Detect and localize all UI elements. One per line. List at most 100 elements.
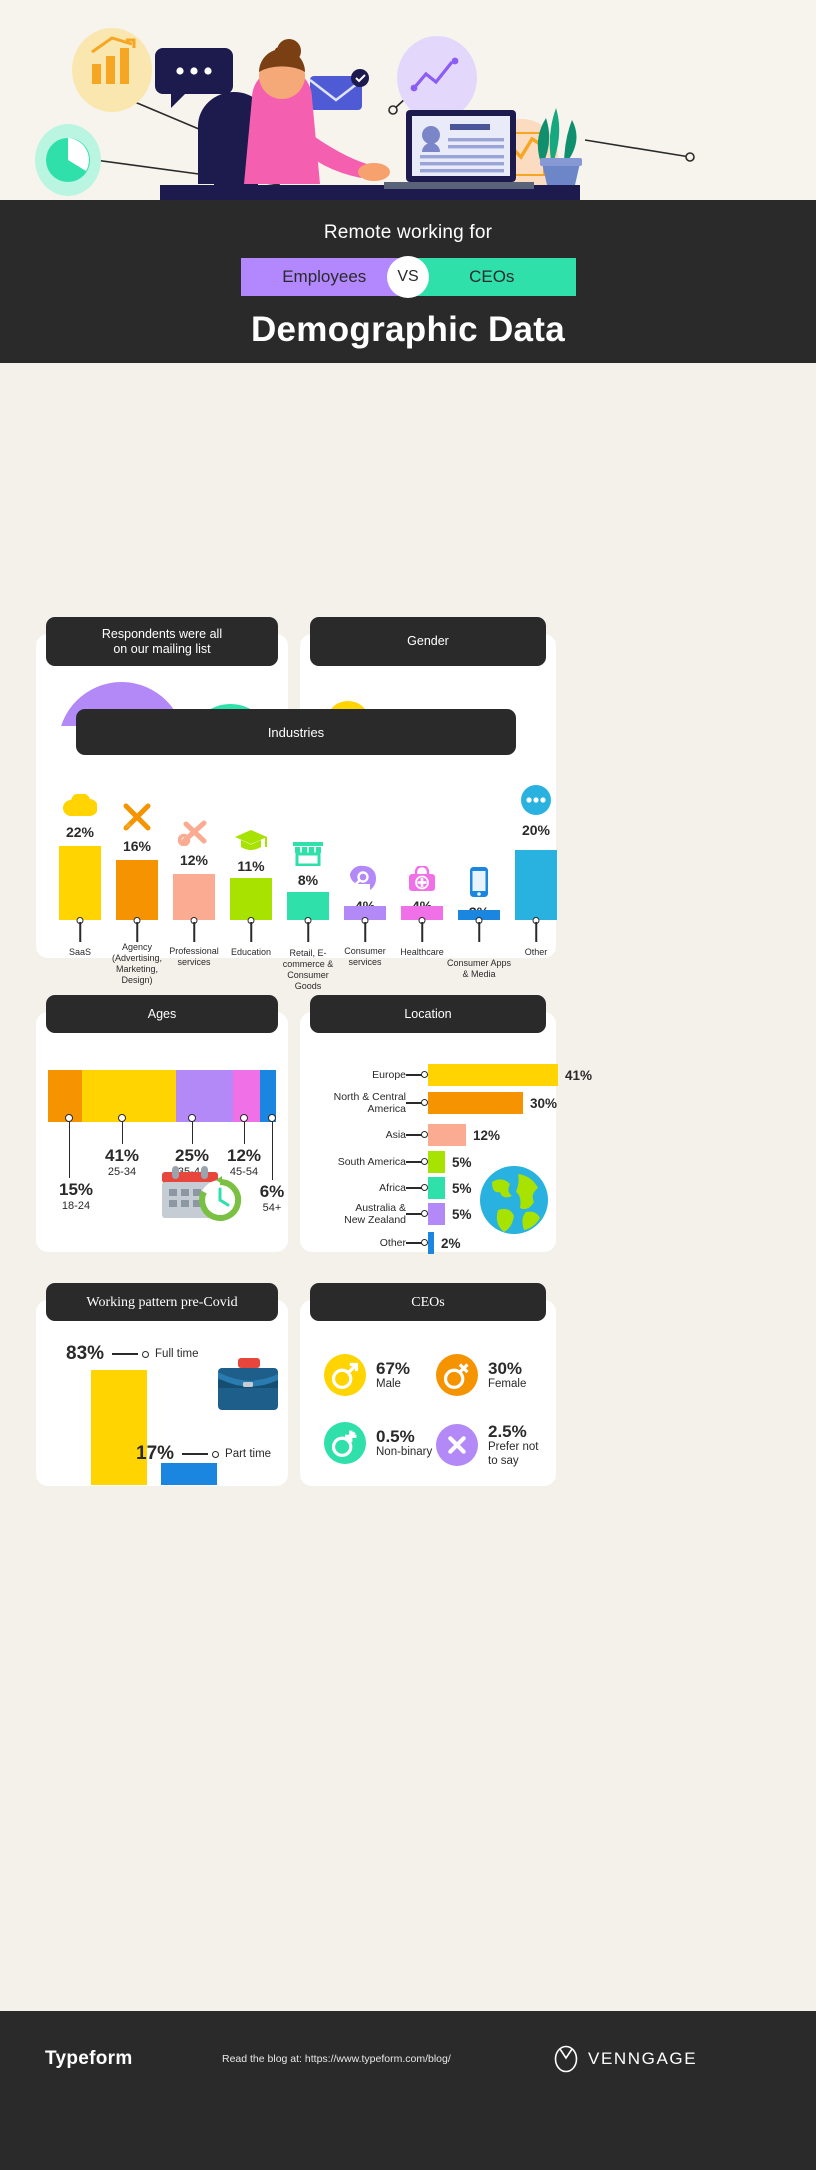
- hero-artwork: [0, 0, 816, 200]
- ceo-label: Male: [376, 1377, 401, 1390]
- location-pct: 12%: [473, 1127, 501, 1143]
- head-search-icon: [350, 865, 376, 890]
- industry-name-text: Consumer Apps & Media: [446, 958, 512, 979]
- location-bar: [428, 1177, 445, 1199]
- cross-symbol-icon: [436, 1424, 478, 1466]
- ages-card-header: Ages: [46, 995, 278, 1033]
- page-title: Demographic Data: [250, 310, 566, 349]
- age-stem-25-34: [121, 1122, 124, 1144]
- industry-column: 8% Retail, E-commerce & Consumer Goods: [280, 778, 336, 991]
- industries-chart: 22% SaaS 16% Agency (Advertising, Market…: [52, 778, 557, 991]
- industry-column: 3% Consumer Apps & Media: [447, 778, 511, 979]
- working-parttime-bar: [161, 1463, 217, 1485]
- venngage-text: VENNGAGE: [588, 2049, 698, 2068]
- location-connector: [406, 1130, 428, 1140]
- industry-stem: [307, 922, 309, 942]
- age-dot-45-54: [240, 1114, 248, 1122]
- respondents-header-line2: on our mailing list: [113, 641, 211, 656]
- location-connector: [406, 1070, 428, 1080]
- industry-stem: [364, 922, 366, 942]
- location-row: North & Central America 30%: [314, 1090, 557, 1116]
- location-pct: 2%: [441, 1235, 461, 1251]
- age-segment-18-24: [48, 1070, 83, 1122]
- graduation-cap-icon: [235, 830, 267, 850]
- working-fulltime-pct: 83%: [66, 1343, 105, 1364]
- calendar-clock-icon: [162, 1166, 242, 1221]
- location-row: Australia & New Zealand 5%: [314, 1201, 472, 1227]
- age-label-18-24: 15% 18-24: [44, 1180, 108, 1212]
- ceo-pct: 30%: [488, 1358, 523, 1378]
- location-name: Europe: [372, 1069, 406, 1081]
- industry-stem: [478, 922, 480, 942]
- working-fulltime-dash: [112, 1353, 139, 1355]
- age-range-54plus: 54+: [262, 1202, 282, 1214]
- working-parttime-label-group: 17% Part time: [136, 1443, 271, 1465]
- ceo-label: Non-binary: [376, 1445, 433, 1458]
- industry-bar: [287, 892, 329, 920]
- footer-inner: Typeform Read the blog at: https://www.t…: [0, 2039, 816, 2079]
- age-pct-18-24: 15%: [58, 1180, 94, 1199]
- vs-left-employees[interactable]: Employees: [240, 258, 408, 296]
- vs-toggle[interactable]: Employees CEOs VS: [240, 256, 576, 298]
- industry-column: 16% Agency (Advertising, Marketing, Desi…: [109, 778, 165, 985]
- working-parttime-dash: [182, 1453, 209, 1455]
- location-bar: [428, 1203, 445, 1225]
- ellipsis-circle-icon: [521, 785, 551, 815]
- location-bar: [428, 1232, 434, 1254]
- location-pct: 5%: [452, 1180, 472, 1196]
- ceo-text: 2.5% Prefer not to say: [488, 1422, 539, 1468]
- location-row: South America 5%: [314, 1149, 472, 1175]
- working-parttime-dot: [212, 1450, 220, 1458]
- industry-name: Other: [524, 947, 548, 957]
- location-name: Other: [379, 1237, 406, 1249]
- typeform-brand: Typeform: [45, 2048, 133, 2069]
- vs-right-ceos[interactable]: CEOs: [408, 258, 576, 296]
- location-name-line2: America: [367, 1103, 406, 1115]
- industries-card-header: Industries: [76, 709, 516, 755]
- location-connector: [406, 1098, 428, 1108]
- storefront-icon: [293, 842, 323, 866]
- location-pct: 30%: [530, 1095, 558, 1111]
- location-bar: [428, 1124, 466, 1146]
- ceo-text: 0.5% Non-binary: [376, 1427, 432, 1460]
- age-label-25-34: 41% 25-34: [90, 1146, 154, 1178]
- ceo-text: 30% Female: [488, 1359, 526, 1392]
- ceo-label-line2: to say: [488, 1454, 519, 1467]
- female-symbol-icon: [436, 1354, 478, 1396]
- working-parttime-pct: 17%: [136, 1443, 175, 1464]
- age-pct-25-34: 41%: [104, 1146, 140, 1165]
- age-segment-35-44: [175, 1070, 233, 1122]
- age-dot-25-34: [118, 1114, 126, 1122]
- respondents-card-header: Respondents were all on our mailing list: [46, 617, 278, 666]
- vs-badge: VS: [387, 256, 429, 298]
- ceo-label-line1: Prefer not: [488, 1441, 539, 1453]
- location-bar: [428, 1092, 523, 1114]
- industry-stem: [79, 922, 81, 942]
- ceo-text: 67% Male: [376, 1359, 410, 1392]
- location-row: Africa 5%: [314, 1175, 472, 1201]
- location-connector: [406, 1238, 428, 1248]
- location-connector: [406, 1157, 428, 1167]
- industries-card: Industries 22% SaaS 16% Agency (Advertis…: [36, 709, 557, 991]
- smartphone-icon: [470, 867, 488, 897]
- industry-bar: [173, 874, 215, 920]
- age-stem-35-44: [191, 1122, 194, 1144]
- location-pct: 5%: [452, 1206, 472, 1222]
- industry-stem: [136, 922, 138, 942]
- working-fulltime-label-group: 83% Full time: [66, 1343, 198, 1365]
- industry-stem: [193, 922, 195, 942]
- tools-icon: [178, 820, 207, 846]
- location-name: South America: [337, 1156, 406, 1168]
- age-dot-18-24: [65, 1114, 73, 1122]
- industry-name: Consumer Apps & Media: [446, 958, 512, 980]
- respondents-header-line1: Respondents were all: [101, 626, 223, 641]
- industry-column: 20% Other: [508, 778, 564, 958]
- location-name-line1: North & Central: [333, 1091, 406, 1103]
- age-segment-25-34: [82, 1070, 176, 1122]
- location-pct: 5%: [452, 1154, 472, 1170]
- blog-link[interactable]: Read the blog at: https://www.typeform.c…: [222, 2053, 451, 2065]
- location-connector: [406, 1209, 428, 1219]
- working-fulltime-dot: [142, 1350, 150, 1358]
- location-bar: [428, 1151, 445, 1173]
- location-name: North & Central America: [314, 1091, 406, 1115]
